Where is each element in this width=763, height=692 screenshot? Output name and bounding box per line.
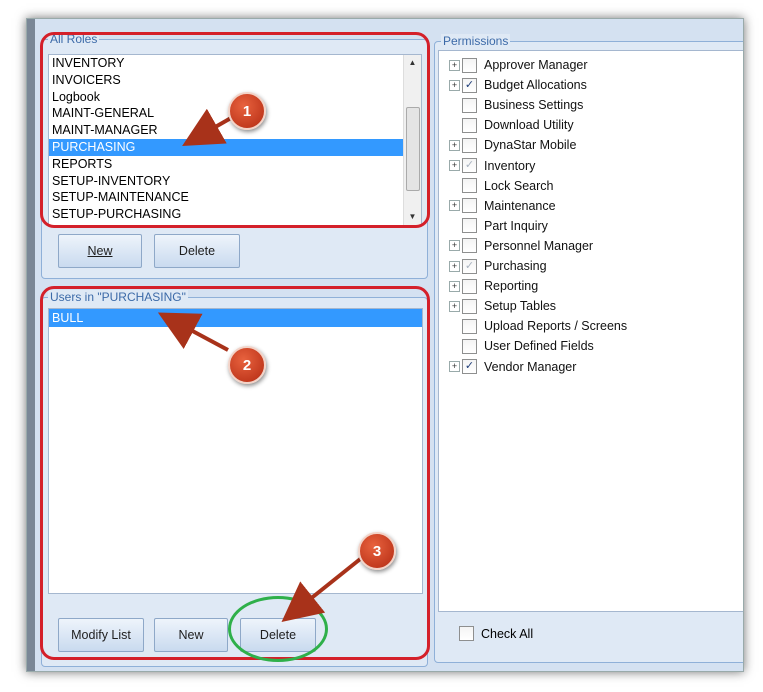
arrow-2 [157, 312, 229, 352]
annotation-badge-1: 1 [228, 92, 266, 130]
annotation-badge-3: 3 [358, 532, 396, 570]
annotation-badge-2: 2 [228, 346, 266, 384]
arrow-3 [281, 554, 366, 622]
annotation-arrows [157, 108, 366, 622]
